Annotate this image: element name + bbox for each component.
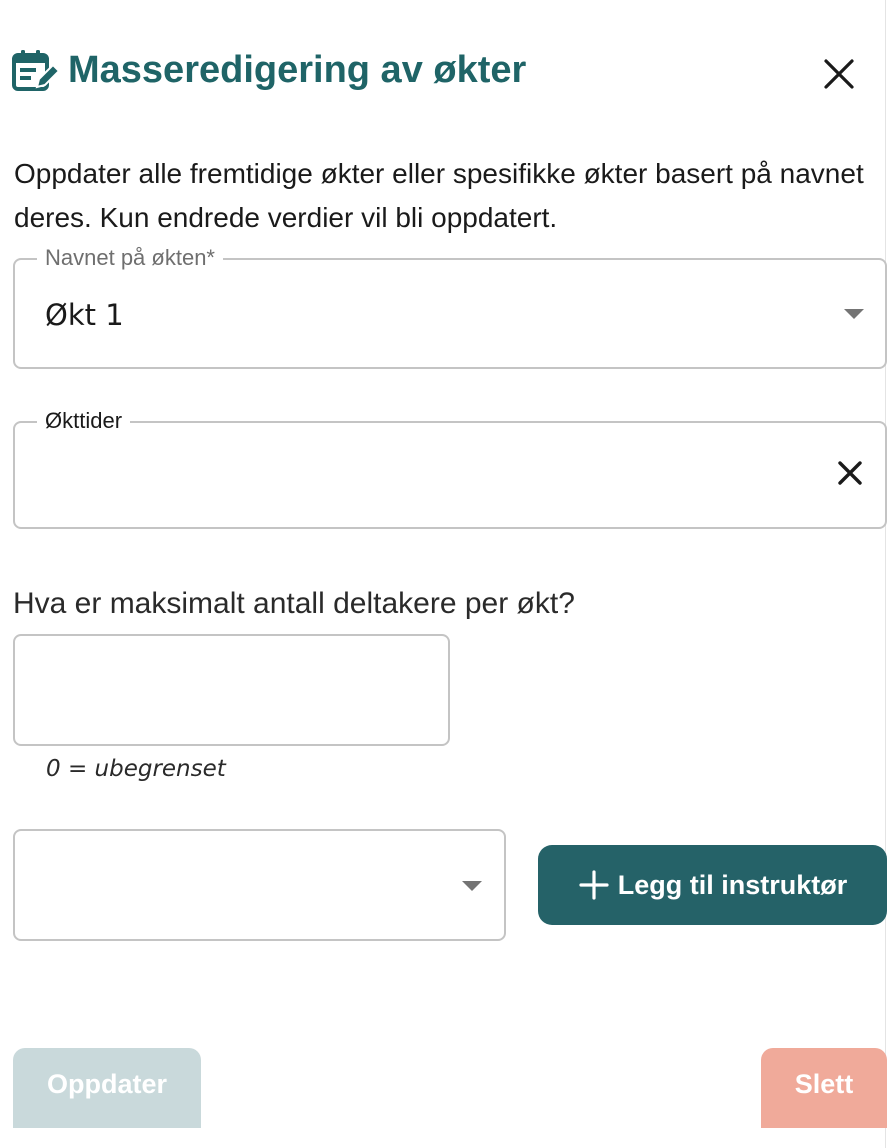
dialog-description: Oppdater alle fremtidige økter eller spe…	[14, 158, 864, 233]
dialog-title: Masseredigering av økter	[68, 49, 527, 91]
add-instructor-button[interactable]: Legg til instruktør	[538, 845, 887, 925]
close-button[interactable]	[815, 52, 863, 100]
max-participants-helper: 0 = ubegrenset	[46, 756, 226, 782]
session-times-label: Økttider	[37, 407, 131, 435]
calendar-edit-icon	[12, 48, 61, 92]
session-name-label: Navnet på økten*	[37, 244, 223, 272]
clear-session-times-button[interactable]	[831, 456, 869, 494]
delete-button-label: Slett	[794, 1069, 854, 1099]
page-edge	[885, 0, 894, 1148]
plus-icon	[578, 869, 610, 901]
clear-icon	[838, 460, 862, 490]
max-participants-question: Hva er maksimalt antall deltakere per øk…	[13, 587, 575, 620]
session-name-value: Økt 1	[45, 298, 124, 332]
delete-button[interactable]: Slett	[761, 1048, 887, 1128]
add-instructor-label: Legg til instruktør	[617, 869, 848, 900]
session-times-field[interactable]: Økttider	[13, 407, 887, 529]
session-name-select[interactable]: Navnet på økten* Økt 1	[13, 244, 887, 369]
max-participants-input[interactable]	[13, 634, 450, 746]
close-icon	[823, 58, 855, 95]
update-button-label: Oppdater	[46, 1069, 167, 1099]
caret-down-icon	[844, 309, 864, 319]
update-button[interactable]: Oppdater	[13, 1048, 201, 1128]
instructor-select[interactable]	[13, 829, 506, 941]
caret-down-icon	[462, 881, 482, 891]
